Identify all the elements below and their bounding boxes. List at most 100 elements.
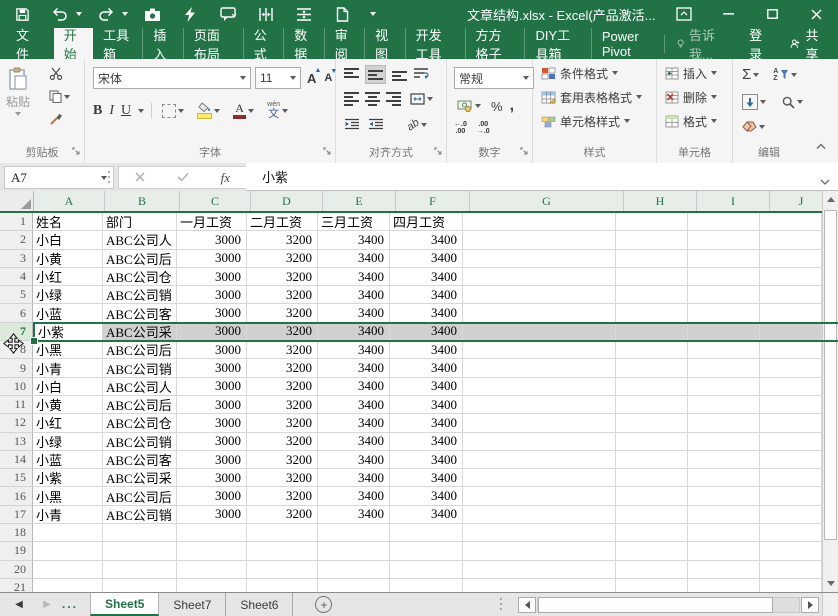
cell-G19[interactable] bbox=[463, 542, 616, 560]
cell-J3[interactable] bbox=[760, 250, 822, 268]
cell-F6[interactable]: 3400 bbox=[390, 304, 463, 322]
cell-E13[interactable]: 3400 bbox=[318, 433, 390, 451]
orientation-button[interactable]: ab bbox=[404, 117, 430, 133]
tab-审阅[interactable]: 审阅 bbox=[324, 28, 364, 59]
next-sheet-icon[interactable]: ▶ bbox=[40, 593, 54, 616]
font-name-select[interactable]: 宋体 bbox=[93, 67, 251, 89]
horizontal-scroll-thumb[interactable] bbox=[538, 597, 773, 613]
cell-B19[interactable] bbox=[103, 542, 177, 560]
cell-E1[interactable]: 三月工资 bbox=[318, 213, 390, 231]
cell-B1[interactable]: 部门 bbox=[103, 213, 177, 231]
tab-视图[interactable]: 视图 bbox=[364, 28, 404, 59]
cell-I15[interactable] bbox=[688, 469, 760, 487]
cell-C13[interactable]: 3000 bbox=[177, 433, 247, 451]
cell-F21[interactable] bbox=[390, 579, 463, 592]
collapse-ribbon-icon[interactable] bbox=[816, 139, 826, 153]
cell-G5[interactable] bbox=[463, 286, 616, 304]
cell-D14[interactable]: 3200 bbox=[247, 451, 318, 469]
alignment-dialog-launcher-icon[interactable] bbox=[434, 145, 443, 159]
cell-D6[interactable]: 3200 bbox=[247, 304, 318, 322]
cell-C21[interactable] bbox=[177, 579, 247, 592]
clipboard-dialog-launcher-icon[interactable] bbox=[72, 145, 81, 159]
number-format-select[interactable]: 常规 bbox=[454, 67, 534, 89]
align-top-icon[interactable] bbox=[344, 68, 359, 81]
cell-H10[interactable] bbox=[616, 378, 688, 396]
cell-I16[interactable] bbox=[688, 487, 760, 505]
font-size-select[interactable]: 11 bbox=[255, 67, 301, 89]
cell-J7[interactable] bbox=[760, 323, 822, 341]
tab-Power Pivot[interactable]: Power Pivot bbox=[591, 28, 664, 59]
cell-I13[interactable] bbox=[688, 433, 760, 451]
cell-G15[interactable] bbox=[463, 469, 616, 487]
cell-I8[interactable] bbox=[688, 341, 760, 359]
column-header-E[interactable]: E bbox=[323, 191, 396, 211]
cell-A7[interactable]: 小紫 bbox=[33, 323, 103, 341]
cell-G14[interactable] bbox=[463, 451, 616, 469]
row-header-19[interactable]: 19 bbox=[0, 542, 33, 560]
cell-H1[interactable] bbox=[616, 213, 688, 231]
tab-方方格子[interactable]: 方方格子 bbox=[465, 28, 525, 59]
cell-H19[interactable] bbox=[616, 542, 688, 560]
cancel-icon[interactable] bbox=[135, 169, 145, 187]
cell-F8[interactable]: 3400 bbox=[390, 341, 463, 359]
distribute-rows-icon[interactable] bbox=[292, 2, 316, 26]
cell-I7[interactable] bbox=[688, 323, 760, 341]
cell-J19[interactable] bbox=[760, 542, 822, 560]
cell-C20[interactable] bbox=[177, 561, 247, 579]
increase-decimal-button[interactable]: ←.0.00 bbox=[454, 121, 467, 135]
cell-J13[interactable] bbox=[760, 433, 822, 451]
row-header-14[interactable]: 14 bbox=[0, 451, 33, 469]
formula-input[interactable]: 小紫 bbox=[246, 163, 838, 191]
cell-B17[interactable]: ABC公司销 bbox=[103, 506, 177, 524]
sheet-list-ellipsis[interactable]: ... bbox=[54, 593, 86, 616]
cell-F9[interactable]: 3400 bbox=[390, 359, 463, 377]
align-center-icon[interactable] bbox=[365, 92, 380, 106]
cell-H15[interactable] bbox=[616, 469, 688, 487]
tab-DIY工具箱[interactable]: DIY工具箱 bbox=[524, 28, 590, 59]
cell-H14[interactable] bbox=[616, 451, 688, 469]
format-as-table-button[interactable]: 套用表格格式 bbox=[537, 85, 646, 109]
cell-E2[interactable]: 3400 bbox=[318, 231, 390, 249]
cell-B18[interactable] bbox=[103, 524, 177, 542]
cell-D18[interactable] bbox=[247, 524, 318, 542]
cell-B7[interactable]: ABC公司采 bbox=[103, 323, 177, 341]
cell-G17[interactable] bbox=[463, 506, 616, 524]
cell-J21[interactable] bbox=[760, 579, 822, 592]
cell-F11[interactable]: 3400 bbox=[390, 396, 463, 414]
format-cells-button[interactable]: 格式 bbox=[661, 109, 721, 133]
column-header-F[interactable]: F bbox=[396, 191, 470, 211]
cell-H2[interactable] bbox=[616, 231, 688, 249]
percent-style-button[interactable]: % bbox=[491, 99, 503, 114]
undo-icon[interactable] bbox=[48, 2, 72, 26]
tell-me-box[interactable]: 告诉我... bbox=[664, 35, 737, 53]
customize-quick-access-icon[interactable] bbox=[370, 12, 376, 16]
camera-icon[interactable] bbox=[140, 2, 164, 26]
cell-E16[interactable]: 3400 bbox=[318, 487, 390, 505]
formula-bar-grip[interactable] bbox=[108, 171, 110, 186]
cell-A5[interactable]: 小绿 bbox=[33, 286, 103, 304]
cell-I6[interactable] bbox=[688, 304, 760, 322]
cell-D9[interactable]: 3200 bbox=[247, 359, 318, 377]
tab-数据[interactable]: 数据 bbox=[283, 28, 323, 59]
cell-J6[interactable] bbox=[760, 304, 822, 322]
cell-E5[interactable]: 3400 bbox=[318, 286, 390, 304]
decrease-font-size-button[interactable]: A▼ bbox=[322, 72, 334, 84]
cell-E7[interactable]: 3400 bbox=[318, 323, 390, 341]
fill-handle[interactable] bbox=[30, 337, 38, 345]
name-box[interactable]: A7 bbox=[4, 166, 114, 189]
cell-G4[interactable] bbox=[463, 268, 616, 286]
cell-D11[interactable]: 3200 bbox=[247, 396, 318, 414]
cell-A20[interactable] bbox=[33, 561, 103, 579]
cell-E10[interactable]: 3400 bbox=[318, 378, 390, 396]
cell-F7[interactable]: 3400 bbox=[390, 323, 463, 341]
scroll-right-button[interactable] bbox=[801, 597, 819, 613]
cell-H18[interactable] bbox=[616, 524, 688, 542]
cell-I20[interactable] bbox=[688, 561, 760, 579]
row-header-12[interactable]: 12 bbox=[0, 414, 33, 432]
cell-D1[interactable]: 二月工资 bbox=[247, 213, 318, 231]
find-select-button[interactable] bbox=[779, 94, 806, 111]
cell-F20[interactable] bbox=[390, 561, 463, 579]
cell-F15[interactable]: 3400 bbox=[390, 469, 463, 487]
cell-H6[interactable] bbox=[616, 304, 688, 322]
cell-E3[interactable]: 3400 bbox=[318, 250, 390, 268]
